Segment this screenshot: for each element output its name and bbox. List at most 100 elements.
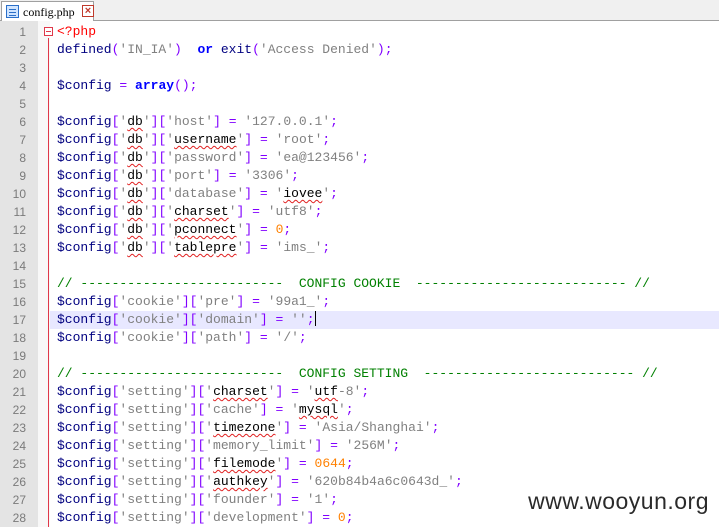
code-token: ' [291, 402, 299, 417]
code-token: = [259, 222, 268, 237]
code-token: ( [252, 42, 260, 57]
code-line[interactable] [57, 95, 658, 113]
line-number: 1 [19, 25, 26, 39]
code-token: array [135, 78, 175, 93]
line-number: 13 [12, 241, 26, 255]
code-editor[interactable]: <?php defined('IN_IA') or exit('Access De… [57, 23, 658, 527]
code-token: pconnect [174, 222, 237, 237]
line-number: 15 [12, 277, 26, 291]
code-line[interactable]: $config['cookie']['path'] = '/'; [57, 329, 658, 347]
code-line[interactable]: $config['db']['port'] = '3306'; [57, 167, 658, 185]
code-token: $config [57, 420, 112, 435]
code-token: ; [314, 204, 323, 219]
code-token: db [127, 132, 143, 147]
code-token: 'setting' [119, 474, 190, 489]
code-token: ' [142, 186, 151, 201]
file-icon [6, 5, 19, 18]
code-line[interactable]: $config['setting']['cache'] = 'mysql'; [57, 401, 658, 419]
code-line[interactable]: $config['db']['host'] = '127.0.0.1'; [57, 113, 658, 131]
code-token: ][ [150, 132, 167, 147]
text-cursor [314, 311, 316, 326]
code-line[interactable]: $config['setting']['charset'] = 'utf-8'; [57, 383, 658, 401]
code-token: ' [337, 402, 346, 417]
close-icon[interactable]: × [82, 5, 94, 17]
code-token: ; [322, 294, 331, 309]
tab-bar: config.php × [0, 0, 719, 21]
line-number: 28 [12, 511, 26, 525]
code-token: ] [213, 114, 221, 129]
code-token: 0 [337, 510, 346, 525]
code-token: = [330, 438, 338, 453]
code-line[interactable]: $config['cookie']['domain'] = ''; [57, 311, 658, 329]
code-token: db [127, 150, 143, 165]
code-token: ] [244, 222, 253, 237]
code-token: 'memory_limit' [205, 438, 315, 453]
code-token: 0644 [314, 456, 346, 471]
tab-config-php[interactable]: config.php × [1, 1, 94, 21]
code-line[interactable]: $config['setting']['filemode'] = 0644; [57, 455, 658, 473]
code-line[interactable]: $config['db']['username'] = 'root'; [57, 131, 658, 149]
code-line[interactable]: $config['db']['pconnect'] = 0; [57, 221, 658, 239]
code-token: '620b84b4a6c0643d_' [306, 474, 455, 489]
code-token: = [228, 114, 237, 129]
code-line[interactable]: // -------------------------- CONFIG SET… [57, 365, 658, 383]
code-token: 'host' [166, 114, 214, 129]
code-token: $config [57, 402, 112, 417]
code-token: ' [205, 384, 214, 399]
code-line[interactable]: $config['cookie']['pre'] = '99a1_'; [57, 293, 658, 311]
code-token: db [127, 186, 143, 201]
code-token: ][ [189, 420, 206, 435]
code-token: ][ [189, 474, 206, 489]
code-token: (); [174, 78, 198, 93]
code-token: iovee [283, 186, 323, 201]
code-line[interactable]: $config['db']['charset'] = 'utf8'; [57, 203, 658, 221]
code-token: authkey [213, 474, 268, 489]
code-line[interactable]: $config['setting']['timezone'] = 'Asia/S… [57, 419, 658, 437]
code-token: 'path' [197, 330, 245, 345]
code-token: $config [57, 456, 112, 471]
code-line[interactable]: $config['db']['password'] = 'ea@123456'; [57, 149, 658, 167]
code-line[interactable]: $config = array(); [57, 77, 658, 95]
code-line[interactable]: $config['setting']['memory_limit'] = '25… [57, 437, 658, 455]
code-line[interactable] [57, 347, 658, 365]
code-line[interactable]: <?php [57, 23, 658, 41]
code-line[interactable] [57, 59, 658, 77]
code-token: '' [291, 312, 307, 327]
code-token: 'root' [275, 132, 323, 147]
line-number: 14 [12, 259, 26, 273]
code-token: 'utf8' [267, 204, 315, 219]
code-token: ] [244, 240, 253, 255]
code-token: 'setting' [119, 384, 190, 399]
code-token: charset [213, 384, 268, 399]
code-token: db [127, 222, 143, 237]
code-token: $config [57, 78, 112, 93]
code-token: ' [142, 114, 151, 129]
code-line[interactable]: // -------------------------- CONFIG COO… [57, 275, 658, 293]
code-token: ] [244, 150, 253, 165]
code-line[interactable]: defined('IN_IA') or exit('Access Denied'… [57, 41, 658, 59]
line-number: 17 [12, 313, 26, 327]
code-token: ][ [189, 384, 206, 399]
code-token: ' [322, 186, 331, 201]
code-token: = [298, 420, 307, 435]
code-token: ][ [189, 492, 206, 507]
code-token: 'IN_IA' [119, 42, 175, 57]
code-line[interactable]: $config['db']['tablepre'] = 'ims_'; [57, 239, 658, 257]
code-token: ][ [189, 510, 206, 525]
code-token: ; [431, 420, 440, 435]
code-line[interactable] [57, 257, 658, 275]
fold-collapse-icon[interactable] [44, 27, 53, 36]
code-line[interactable]: $config['db']['database'] = 'iovee'; [57, 185, 658, 203]
